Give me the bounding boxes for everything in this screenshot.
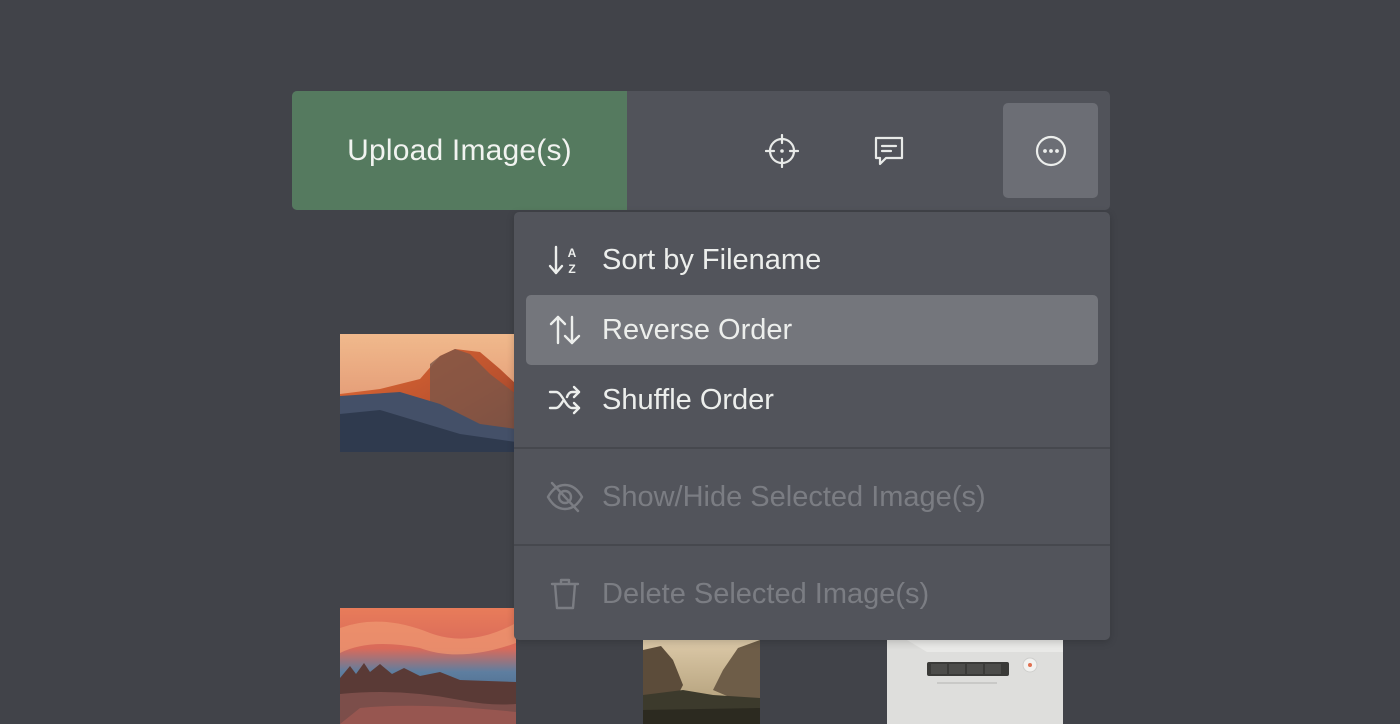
- menu-item-label: Delete Selected Image(s): [602, 577, 930, 610]
- more-options-button[interactable]: [1003, 103, 1098, 198]
- crosshair-button[interactable]: [752, 121, 812, 181]
- thumbnail-valley[interactable]: [643, 640, 760, 724]
- menu-item-reverse-order[interactable]: Reverse Order: [526, 295, 1098, 365]
- thumbnail-mountain-sunset[interactable]: [340, 334, 516, 452]
- reverse-order-icon: [546, 311, 584, 349]
- valley-photo: [643, 640, 760, 724]
- shuffle-icon: [546, 381, 584, 419]
- upload-images-label: Upload Image(s): [347, 133, 572, 167]
- trash-icon: [546, 575, 584, 613]
- eye-slash-icon: [546, 478, 584, 516]
- thumbnail-lake-sunset[interactable]: [340, 608, 516, 724]
- menu-divider: [514, 544, 1110, 546]
- thumbnail-device[interactable]: [887, 640, 1063, 724]
- more-options-menu: A Z Sort by Filename Reverse Order Shuff…: [514, 212, 1110, 640]
- toolbar: Upload Image(s): [292, 91, 1110, 210]
- svg-text:Z: Z: [568, 262, 575, 276]
- menu-item-sort-by-filename[interactable]: A Z Sort by Filename: [526, 225, 1098, 295]
- device-photo: [887, 640, 1063, 724]
- menu-item-label: Show/Hide Selected Image(s): [602, 480, 986, 513]
- mountain-sunset-photo: [340, 334, 516, 452]
- menu-item-label: Sort by Filename: [602, 243, 822, 276]
- svg-text:A: A: [568, 246, 577, 260]
- upload-images-button[interactable]: Upload Image(s): [292, 91, 627, 210]
- comment-icon: [874, 136, 904, 166]
- menu-item-label: Shuffle Order: [602, 383, 774, 416]
- more-options-icon: [1035, 135, 1066, 166]
- comment-button[interactable]: [859, 121, 919, 181]
- lake-sunset-photo: [340, 608, 516, 724]
- menu-item-shuffle-order[interactable]: Shuffle Order: [526, 365, 1098, 435]
- menu-item-label: Reverse Order: [602, 313, 793, 346]
- sort-alpha-icon: A Z: [546, 241, 584, 279]
- app-canvas: Upload Image(s) A Z Sort by Filename Rev…: [0, 0, 1400, 724]
- menu-item-delete-selected[interactable]: Delete Selected Image(s): [526, 559, 1098, 629]
- crosshair-icon: [765, 134, 799, 168]
- menu-divider: [514, 447, 1110, 449]
- menu-item-show-hide-selected[interactable]: Show/Hide Selected Image(s): [526, 462, 1098, 532]
